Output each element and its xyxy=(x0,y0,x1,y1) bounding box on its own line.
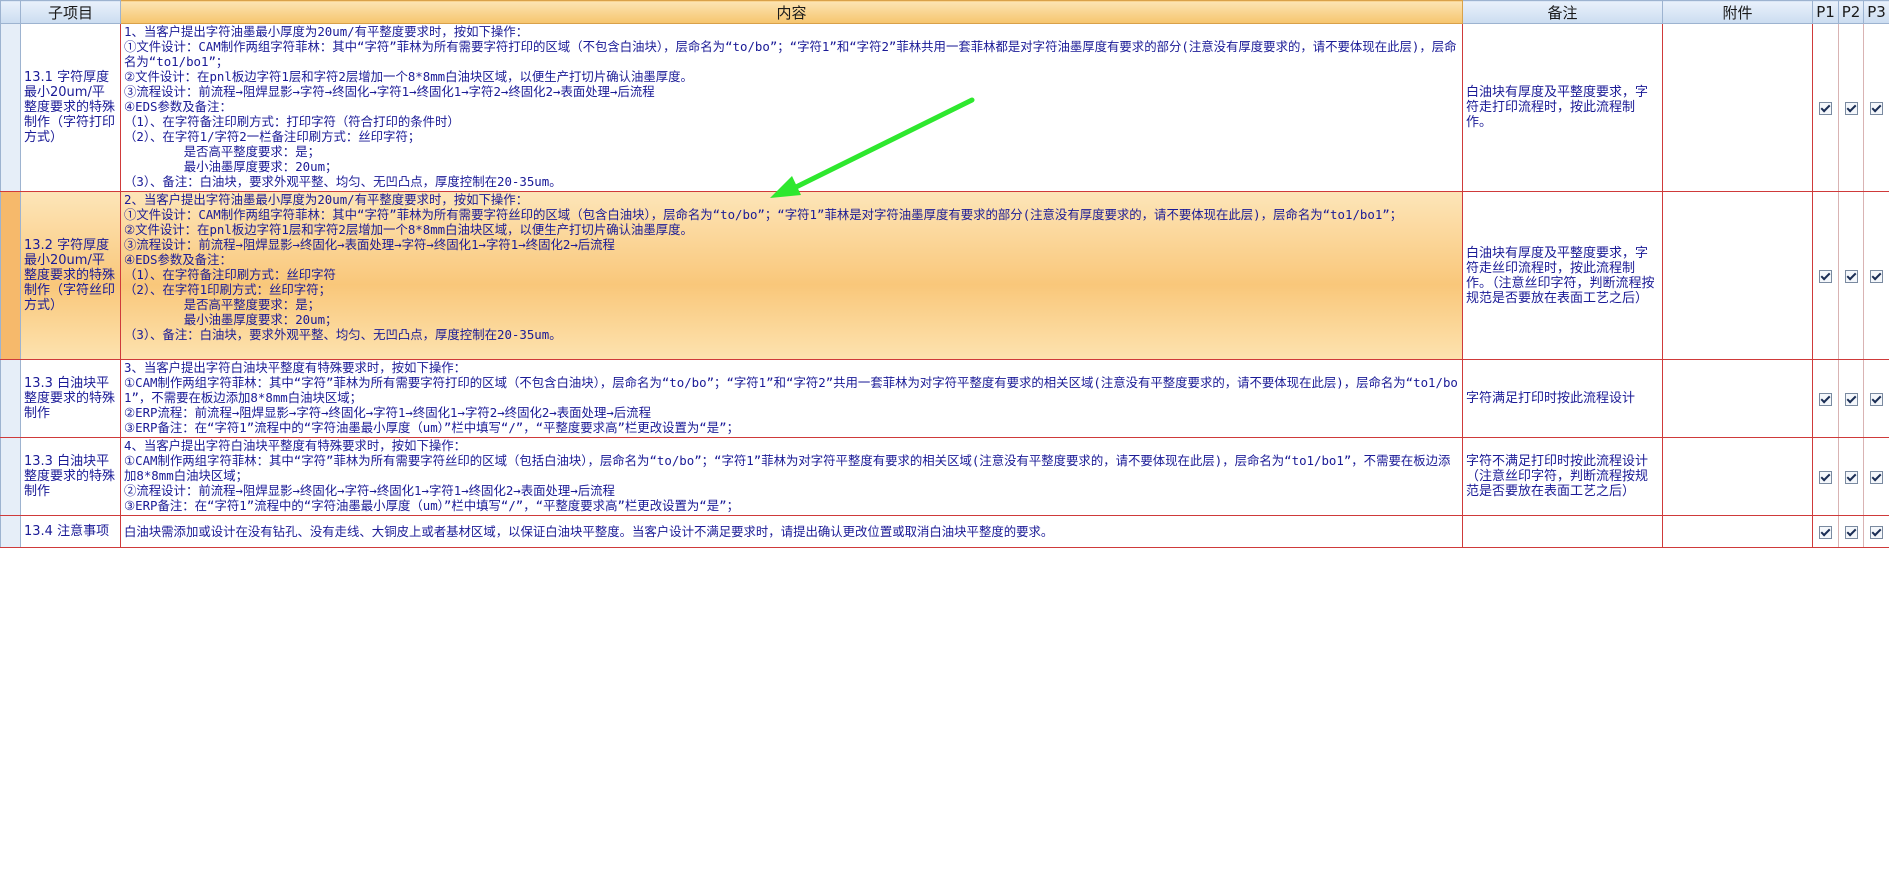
p2-checkbox[interactable] xyxy=(1844,393,1858,406)
row-selector[interactable] xyxy=(0,359,21,438)
subitem-cell[interactable]: 13.3 白油块平整度要求的特殊制作 xyxy=(20,437,121,516)
attachment-cell[interactable] xyxy=(1662,437,1813,516)
row-selector[interactable] xyxy=(0,23,21,192)
table-row-selected[interactable]: 13.2 字符厚度最小20um/平整度要求的特殊制作（字符丝印方式） 2、当客户… xyxy=(0,191,1889,360)
row-selector[interactable] xyxy=(0,437,21,516)
p2-checkbox-cell[interactable] xyxy=(1838,359,1864,438)
header-row: 子项目 内容 备注 附件 P1 P2 P3 xyxy=(0,0,1889,24)
remark-cell[interactable]: 字符满足打印时按此流程设计 xyxy=(1462,359,1663,438)
table-row[interactable]: 13.3 白油块平整度要求的特殊制作 4、当客户提出字符白油块平整度有特殊要求时… xyxy=(0,437,1889,516)
attachment-cell[interactable] xyxy=(1662,359,1813,438)
attachment-cell[interactable] xyxy=(1662,191,1813,360)
column-header-p3[interactable]: P3 xyxy=(1863,0,1889,24)
p3-checkbox-cell[interactable] xyxy=(1863,191,1889,360)
p2-checkbox-cell[interactable] xyxy=(1838,515,1864,548)
p1-checkbox[interactable] xyxy=(1819,393,1832,406)
row-selector-header[interactable] xyxy=(0,0,21,24)
column-header-p2[interactable]: P2 xyxy=(1838,0,1864,24)
p3-checkbox[interactable] xyxy=(1870,102,1883,115)
column-header-attachment[interactable]: 附件 xyxy=(1662,0,1813,24)
p2-checkbox[interactable] xyxy=(1844,102,1858,115)
p1-checkbox[interactable] xyxy=(1819,526,1832,539)
column-header-content[interactable]: 内容 xyxy=(120,0,1463,24)
column-header-subitem[interactable]: 子项目 xyxy=(20,0,121,24)
p1-checkbox[interactable] xyxy=(1819,471,1832,484)
table-row[interactable]: 13.3 白油块平整度要求的特殊制作 3、当客户提出字符白油块平整度有特殊要求时… xyxy=(0,359,1889,438)
p3-checkbox[interactable] xyxy=(1870,393,1883,406)
p1-checkbox-cell[interactable] xyxy=(1812,515,1839,548)
p1-checkbox[interactable] xyxy=(1819,102,1832,115)
p1-checkbox[interactable] xyxy=(1819,270,1832,283)
table-row[interactable]: 13.4 注意事项 白油块需添加或设计在没有钻孔、没有走线、大铜皮上或者基材区域… xyxy=(0,515,1889,548)
p2-checkbox-cell[interactable] xyxy=(1838,191,1864,360)
remark-cell[interactable]: 白油块有厚度及平整度要求，字符走打印流程时，按此流程制作。 xyxy=(1462,23,1663,192)
p3-checkbox[interactable] xyxy=(1870,471,1883,484)
content-cell[interactable]: 4、当客户提出字符白油块平整度有特殊要求时，按如下操作： ①CAM制作两组字符菲… xyxy=(120,437,1463,516)
row-selector[interactable] xyxy=(0,515,21,548)
subitem-cell[interactable]: 13.3 白油块平整度要求的特殊制作 xyxy=(20,359,121,438)
p3-checkbox-cell[interactable] xyxy=(1863,23,1889,192)
column-header-p1[interactable]: P1 xyxy=(1812,0,1839,24)
attachment-cell[interactable] xyxy=(1662,23,1813,192)
p3-checkbox-cell[interactable] xyxy=(1863,515,1889,548)
attachment-cell[interactable] xyxy=(1662,515,1813,548)
remark-cell[interactable]: 白油块有厚度及平整度要求，字符走丝印流程时，按此流程制作。（注意丝印字符，判断流… xyxy=(1462,191,1663,360)
p3-checkbox-cell[interactable] xyxy=(1863,437,1889,516)
subitem-cell[interactable]: 13.2 字符厚度最小20um/平整度要求的特殊制作（字符丝印方式） xyxy=(20,191,121,360)
remark-cell[interactable]: 字符不满足打印时按此流程设计（注意丝印字符，判断流程按规范是否要放在表面工艺之后… xyxy=(1462,437,1663,516)
p1-checkbox-cell[interactable] xyxy=(1812,191,1839,360)
p3-checkbox[interactable] xyxy=(1870,270,1883,283)
p2-checkbox[interactable] xyxy=(1844,270,1858,283)
table-row[interactable]: 13.1 字符厚度最小20um/平整度要求的特殊制作（字符打印方式） 1、当客户… xyxy=(0,23,1889,192)
column-header-remark[interactable]: 备注 xyxy=(1462,0,1663,24)
subitem-cell[interactable]: 13.1 字符厚度最小20um/平整度要求的特殊制作（字符打印方式） xyxy=(20,23,121,192)
p3-checkbox[interactable] xyxy=(1870,526,1883,539)
remark-cell[interactable] xyxy=(1462,515,1663,548)
row-selector[interactable] xyxy=(0,191,21,360)
p1-checkbox-cell[interactable] xyxy=(1812,359,1839,438)
content-cell[interactable]: 白油块需添加或设计在没有钻孔、没有走线、大铜皮上或者基材区域，以保证白油块平整度… xyxy=(120,515,1463,548)
content-cell[interactable]: 1、当客户提出字符油墨最小厚度为20um/有平整度要求时，按如下操作： ①文件设… xyxy=(120,23,1463,192)
content-cell[interactable]: 3、当客户提出字符白油块平整度有特殊要求时，按如下操作： ①CAM制作两组字符菲… xyxy=(120,359,1463,438)
p2-checkbox-cell[interactable] xyxy=(1838,23,1864,192)
p2-checkbox[interactable] xyxy=(1844,471,1858,484)
content-cell[interactable]: 2、当客户提出字符油墨最小厚度为20um/有平整度要求时，按如下操作： ①文件设… xyxy=(120,191,1463,360)
subitem-cell[interactable]: 13.4 注意事项 xyxy=(20,515,121,548)
p3-checkbox-cell[interactable] xyxy=(1863,359,1889,438)
p2-checkbox[interactable] xyxy=(1844,526,1858,539)
p1-checkbox-cell[interactable] xyxy=(1812,23,1839,192)
p2-checkbox-cell[interactable] xyxy=(1838,437,1864,516)
p1-checkbox-cell[interactable] xyxy=(1812,437,1839,516)
data-grid: 子项目 内容 备注 附件 P1 P2 P3 13.1 字符厚度最小20um/平整… xyxy=(0,0,1889,548)
